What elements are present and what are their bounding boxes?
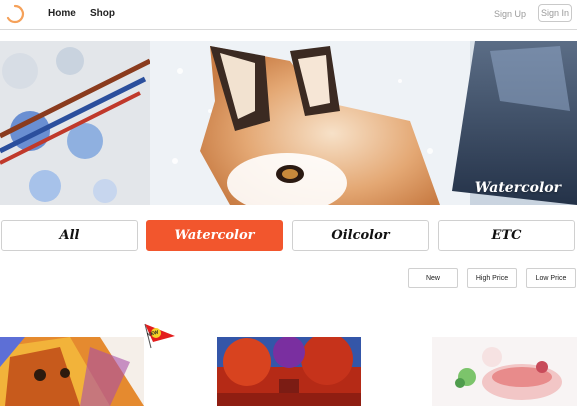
hero-banner: Watercolor — [0, 41, 577, 205]
category-tab-watercolor[interactable]: Watercolor — [146, 220, 283, 251]
product-card[interactable] — [217, 337, 361, 406]
product-image-lion — [0, 337, 144, 406]
product-card[interactable] — [0, 337, 144, 406]
product-image-autumn — [217, 337, 361, 406]
category-tab-all[interactable]: All — [1, 220, 138, 251]
category-tab-etc[interactable]: ETC — [438, 220, 575, 251]
nav-home-link[interactable]: Home — [48, 8, 76, 19]
sort-high-price-button[interactable]: High Price — [467, 268, 517, 288]
product-card[interactable] — [432, 337, 577, 406]
logo-icon[interactable] — [5, 4, 25, 24]
nav-shop-link[interactable]: Shop — [90, 8, 115, 19]
category-tab-oilcolor[interactable]: Oilcolor — [292, 220, 429, 251]
sort-new-button[interactable]: New — [408, 268, 458, 288]
sort-low-price-button[interactable]: Low Price — [526, 268, 576, 288]
signup-link[interactable]: Sign Up — [494, 9, 526, 19]
product-image-cake — [432, 337, 577, 406]
top-navbar: Home Shop Sign Up Sign In — [0, 0, 577, 30]
banner-title: Watercolor — [474, 180, 561, 196]
signin-button[interactable]: Sign In — [538, 4, 572, 22]
